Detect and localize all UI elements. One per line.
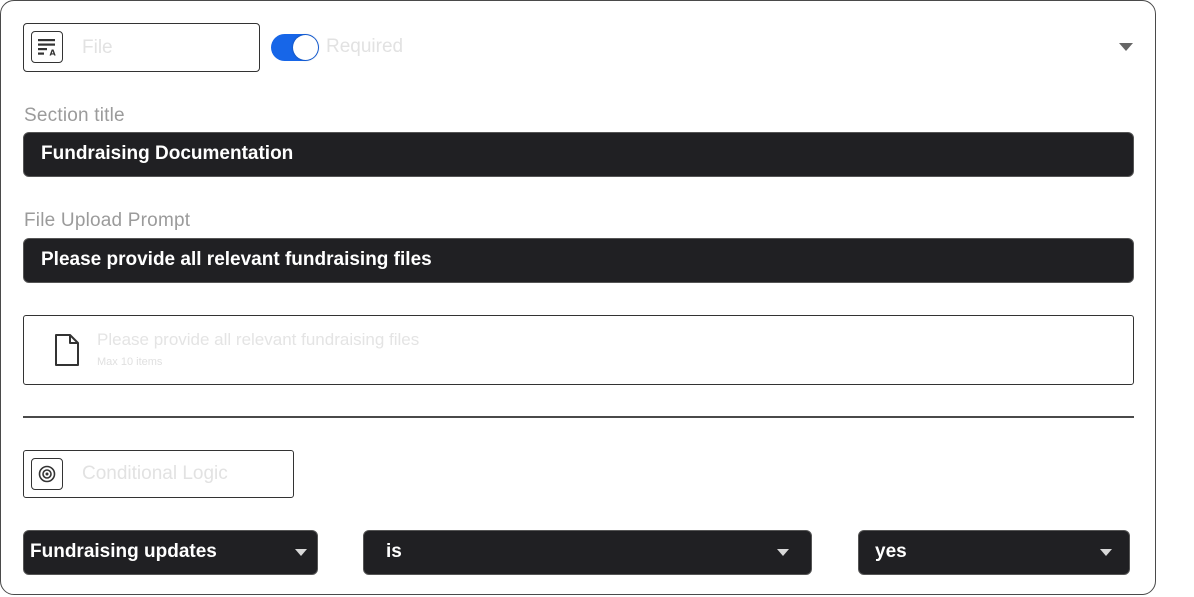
section-title-input[interactable]: Fundraising Documentation [23,132,1134,177]
chevron-down-icon [777,549,789,556]
condition-operator-select[interactable]: is [363,530,812,575]
upload-preview-subtitle: Max 10 items [97,356,163,368]
condition-field-value: Fundraising updates [30,541,217,562]
required-toggle[interactable] [271,34,319,61]
toggle-knob [293,35,318,60]
required-label: Required [326,36,404,57]
field-type-selector[interactable]: A File [23,23,260,72]
section-divider [23,416,1134,418]
file-icon [54,333,80,372]
conditional-logic-button[interactable]: Conditional Logic [23,450,294,498]
file-upload-preview[interactable]: Please provide all relevant fundraising … [23,315,1134,385]
upload-prompt-label: File Upload Prompt [24,210,191,231]
conditional-logic-label: Conditional Logic [82,463,228,484]
condition-value-value: yes [875,541,907,562]
collapse-caret-icon[interactable] [1119,43,1133,51]
condition-field-select[interactable]: Fundraising updates [23,530,318,575]
chevron-down-icon [1100,549,1112,556]
field-type-label: File [82,37,113,58]
upload-prompt-input[interactable]: Please provide all relevant fundraising … [23,238,1134,283]
condition-operator-value: is [386,541,402,562]
target-icon [31,458,63,490]
chevron-down-icon [295,549,307,556]
upload-preview-title: Please provide all relevant fundraising … [97,330,420,349]
condition-value-select[interactable]: yes [858,530,1130,575]
svg-text:A: A [50,49,57,57]
section-title-label: Section title [24,105,125,126]
form-field-card: A File Required Section title Fundraisin… [0,0,1156,595]
text-format-icon: A [31,31,63,63]
